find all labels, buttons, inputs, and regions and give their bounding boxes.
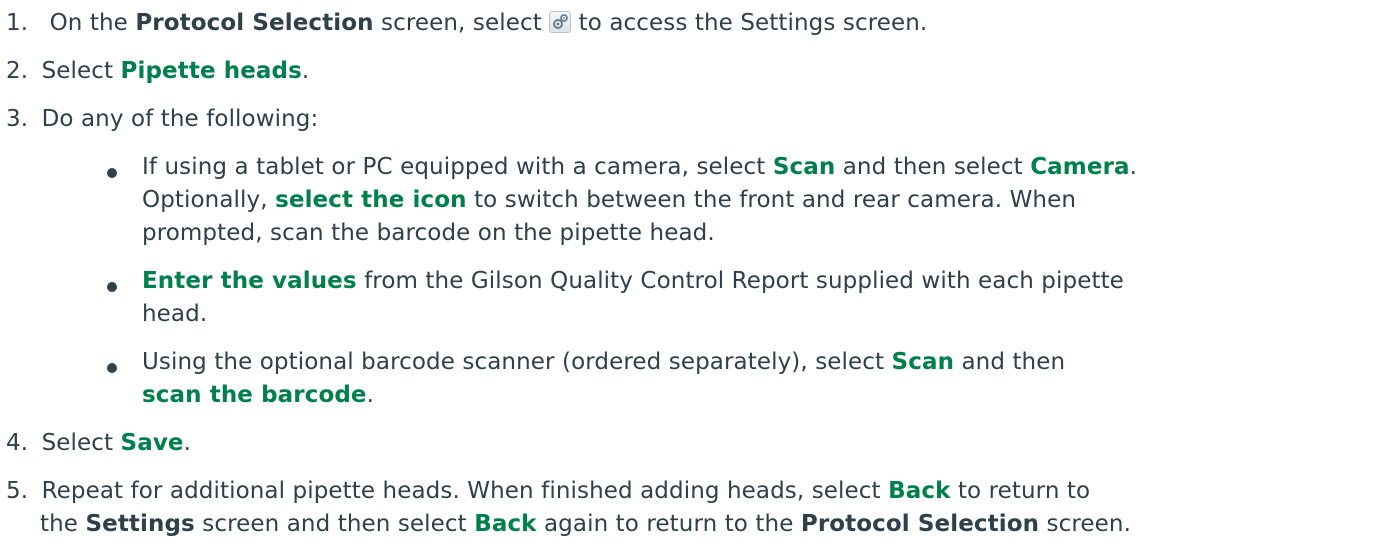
scan-link[interactable]: Scan — [892, 349, 955, 375]
bullet-text: Using the optional barcode scanner (orde… — [142, 349, 892, 375]
protocol-selection-label: Protocol Selection — [800, 511, 1040, 537]
bullet-text: If using a tablet or PC equipped with a … — [142, 154, 773, 180]
step-2: 2. Select Pipette heads. — [6, 58, 309, 84]
bullet-text: Optionally, — [142, 187, 276, 213]
step-text: Do any of the following: — [41, 106, 319, 132]
bullet-2-line-1: Enter the values from the Gilson Quality… — [142, 268, 1124, 294]
bullet-marker — [107, 168, 117, 178]
step-5-line-2: the Settings screen and then select Back… — [40, 511, 1131, 537]
bullet-text: . — [1129, 154, 1138, 180]
step-number: 4. — [6, 430, 29, 456]
step-text: screen and then select — [194, 511, 475, 537]
step-text: screen. — [1039, 511, 1132, 537]
procedure-document: 1. On the Protocol Selection screen, sel… — [0, 0, 1385, 557]
bullet-1-line-1: If using a tablet or PC equipped with a … — [142, 154, 1137, 180]
save-link[interactable]: Save — [121, 430, 184, 456]
enter-the-values-link[interactable]: Enter the values — [142, 268, 357, 294]
protocol-selection-label: Protocol Selection — [135, 10, 374, 36]
bullet-1-line-3: prompted, scan the barcode on the pipett… — [142, 220, 715, 246]
step-4: 4. Select Save. — [6, 430, 191, 456]
settings-gears-icon[interactable] — [549, 11, 572, 33]
step-text-suffix: . — [301, 58, 310, 84]
back-link[interactable]: Back — [474, 511, 536, 537]
step-number: 5. — [6, 478, 29, 504]
step-number: 3. — [6, 106, 29, 132]
bullet-text: . — [366, 382, 375, 408]
bullet-text: from the Gilson Quality Control Report s… — [356, 268, 1124, 294]
bullet-1-line-2: Optionally, select the icon to switch be… — [142, 187, 1076, 213]
settings-label: Settings — [85, 511, 195, 537]
step-text-suffix: . — [183, 430, 192, 456]
camera-link[interactable]: Camera — [1030, 154, 1129, 180]
step-1: 1. On the Protocol Selection screen, sel… — [6, 10, 927, 36]
scan-link[interactable]: Scan — [773, 154, 836, 180]
bullet-text: head. — [142, 301, 208, 327]
bullet-text: to switch between the front and rear cam… — [466, 187, 1077, 213]
bullet-3-line-1: Using the optional barcode scanner (orde… — [142, 349, 1065, 375]
bullet-2-line-2: head. — [142, 301, 207, 327]
step-text-suffix: to access the Settings screen. — [571, 10, 928, 36]
bullet-marker — [107, 282, 117, 292]
step-number: 2. — [6, 58, 29, 84]
step-text: the — [40, 511, 86, 537]
pipette-heads-link[interactable]: Pipette heads — [121, 58, 302, 84]
step-3: 3. Do any of the following: — [6, 106, 318, 132]
step-text-prefix: Select — [41, 430, 121, 456]
step-text: Repeat for additional pipette heads. Whe… — [41, 478, 889, 504]
step-text: again to return to the — [536, 511, 801, 537]
bullet-marker — [107, 363, 117, 373]
step-text: to return to — [950, 478, 1091, 504]
bullet-text: prompted, scan the barcode on the pipett… — [142, 220, 715, 246]
step-5: 5. Repeat for additional pipette heads. … — [6, 478, 1090, 504]
step-text-mid: screen, select — [373, 10, 550, 36]
scan-the-barcode-link[interactable]: scan the barcode — [142, 382, 367, 408]
bullet-text: and then — [954, 349, 1066, 375]
select-the-icon-link[interactable]: select the icon — [275, 187, 467, 213]
bullet-text: and then select — [835, 154, 1031, 180]
back-link[interactable]: Back — [888, 478, 950, 504]
step-text-prefix: Select — [41, 58, 121, 84]
bullet-3-line-2: scan the barcode. — [142, 382, 374, 408]
step-text-prefix: On the — [49, 10, 136, 36]
step-number: 1. — [6, 10, 29, 36]
